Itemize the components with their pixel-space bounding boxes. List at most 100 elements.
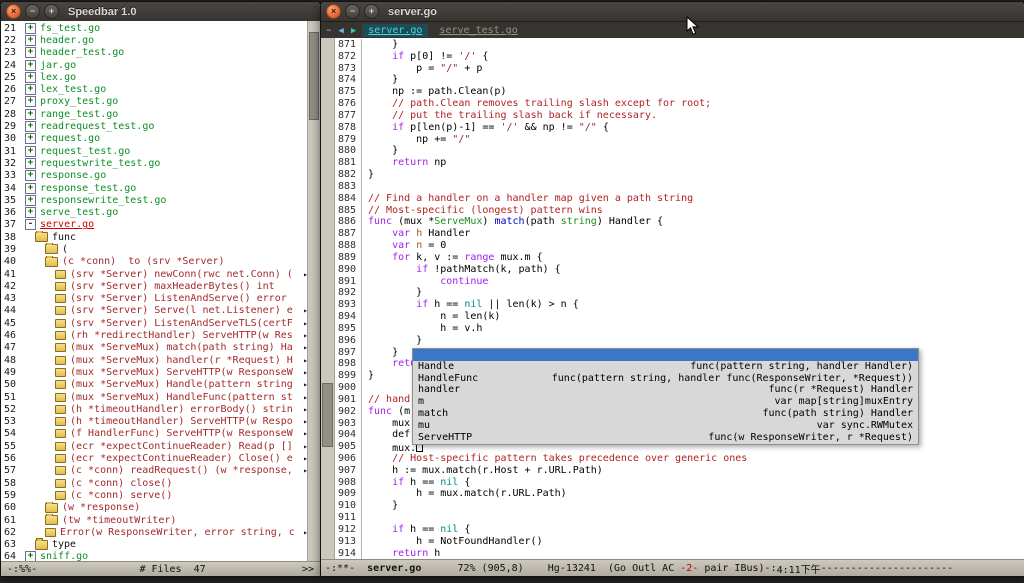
entry-label[interactable]: (mux *ServeMux) ServeHTTP(w ResponseW xyxy=(70,367,302,378)
speedbar-row[interactable]: 26+lex_test.go xyxy=(1,83,308,95)
editor-scrollbar[interactable] xyxy=(321,38,335,560)
speedbar-row[interactable]: 55(ecr *expectContinueReader) Read(p []▸ xyxy=(1,440,308,452)
entry-label[interactable]: lex_test.go xyxy=(40,84,308,95)
speedbar-row[interactable]: 29+readrequest_test.go xyxy=(1,120,308,132)
expand-plus-icon[interactable]: + xyxy=(25,121,36,132)
entry-label[interactable]: (mux *ServeMux) match(path string) Ha xyxy=(70,342,302,353)
entry-label[interactable]: (srv *Server) newConn(rwc net.Conn) ( xyxy=(70,269,302,280)
speedbar-row[interactable]: 39( xyxy=(1,243,308,255)
speedbar-row[interactable]: 56(ecr *expectContinueReader) Close() e▸ xyxy=(1,452,308,464)
speedbar-row[interactable]: 40(c *conn) to (srv *Server) xyxy=(1,256,308,268)
code-line[interactable]: 888 var n = 0 xyxy=(334,240,1024,252)
speedbar-row[interactable]: 28+range_test.go xyxy=(1,108,308,120)
scrollbar-thumb[interactable] xyxy=(309,32,319,121)
speedbar-row[interactable]: 34+response_test.go xyxy=(1,182,308,194)
entry-label[interactable]: (mux *ServeMux) handler(r *Request) H xyxy=(70,355,302,366)
entry-label[interactable]: (mux *ServeMux) HandleFunc(pattern st xyxy=(70,392,302,403)
expand-plus-icon[interactable]: + xyxy=(25,84,36,95)
expand-plus-icon[interactable]: + xyxy=(25,60,36,71)
completion-item[interactable]: ServeHTTPfunc(w ResponseWriter, r *Reque… xyxy=(413,432,918,444)
maximize-icon[interactable]: + xyxy=(44,4,59,19)
speedbar-row[interactable]: 31+request_test.go xyxy=(1,145,308,157)
speedbar-row[interactable]: 47(mux *ServeMux) match(path string) Ha▸ xyxy=(1,342,308,354)
entry-label[interactable]: (h *timeoutHandler) ServeHTTP(w Respo xyxy=(70,416,302,427)
speedbar-row[interactable]: 51(mux *ServeMux) HandleFunc(pattern st▸ xyxy=(1,391,308,403)
entry-label[interactable]: func xyxy=(52,232,308,243)
code-line[interactable]: 880 } xyxy=(334,145,1024,157)
completion-item[interactable]: muvar sync.RWMutex xyxy=(413,420,918,432)
entry-label[interactable]: (srv *Server) Serve(l net.Listener) e xyxy=(70,305,302,316)
speedbar-row[interactable]: 42(srv *Server) maxHeaderBytes() int xyxy=(1,280,308,292)
entry-label[interactable]: (srv *Server) ListenAndServeTLS(certF xyxy=(70,318,302,329)
tab-server-go[interactable]: server.go xyxy=(362,24,428,37)
expand-plus-icon[interactable]: + xyxy=(25,109,36,120)
code-line[interactable]: 914 return h xyxy=(334,548,1024,560)
code-line[interactable]: 878 if p[len(p)-1] == '/' && np != "/" { xyxy=(334,122,1024,134)
expand-plus-icon[interactable]: + xyxy=(25,170,36,181)
code-line[interactable]: 906 // Host-specific pattern takes prece… xyxy=(334,453,1024,465)
speedbar-row[interactable]: 44(srv *Server) Serve(l net.Listener) e▸ xyxy=(1,305,308,317)
entry-label[interactable]: proxy_test.go xyxy=(40,96,308,107)
toolbar-back-icon[interactable]: ◀ xyxy=(337,26,344,36)
code-line[interactable]: 890 if !pathMatch(k, path) { xyxy=(334,264,1024,276)
speedbar-row[interactable]: 22+header.go xyxy=(1,34,308,46)
code-line[interactable]: 877 // put the trailing slash back if ne… xyxy=(334,110,1024,122)
minimize-icon[interactable]: − xyxy=(345,4,360,19)
code-line[interactable]: 871 } xyxy=(334,39,1024,51)
code-line[interactable]: 911 xyxy=(334,512,1024,524)
completion-item[interactable]: matchfunc(path string) Handler xyxy=(413,408,918,420)
expand-plus-icon[interactable]: + xyxy=(25,23,36,34)
code-line[interactable]: 884// Find a handler on a handler map gi… xyxy=(334,193,1024,205)
expand-plus-icon[interactable]: + xyxy=(25,35,36,46)
speedbar-row[interactable]: 23+header_test.go xyxy=(1,47,308,59)
expand-plus-icon[interactable]: + xyxy=(25,146,36,157)
speedbar-row[interactable]: 49(mux *ServeMux) ServeHTTP(w ResponseW▸ xyxy=(1,366,308,378)
expand-plus-icon[interactable]: + xyxy=(25,72,36,83)
code-line[interactable]: 892 } xyxy=(334,287,1024,299)
speedbar-row[interactable]: 43(srv *Server) ListenAndServe() error xyxy=(1,293,308,305)
speedbar-row[interactable]: 48(mux *ServeMux) handler(r *Request) H▸ xyxy=(1,354,308,366)
entry-label[interactable]: responsewrite_test.go xyxy=(40,195,308,206)
speedbar-row[interactable]: 57(c *conn) readRequest() (w *response,▸ xyxy=(1,465,308,477)
entry-label[interactable]: fs_test.go xyxy=(40,23,308,34)
expand-plus-icon[interactable]: + xyxy=(25,195,36,206)
completion-item[interactable]: handlerfunc(r *Request) Handler xyxy=(413,384,918,396)
code-line[interactable]: 876 // path.Clean removes trailing slash… xyxy=(334,98,1024,110)
entry-label[interactable]: requestwrite_test.go xyxy=(40,158,308,169)
speedbar-row[interactable]: 38func xyxy=(1,231,308,243)
entry-label[interactable]: jar.go xyxy=(40,60,308,71)
entry-label[interactable]: request_test.go xyxy=(40,146,308,157)
tab-serve-test-go[interactable]: serve_test.go xyxy=(433,24,523,37)
code-line[interactable]: 883 xyxy=(334,181,1024,193)
speedbar-row[interactable]: 53(h *timeoutHandler) ServeHTTP(w Respo▸ xyxy=(1,416,308,428)
speedbar-expand-button[interactable]: >> xyxy=(302,564,314,575)
code-line[interactable]: 875 np := path.Clean(p) xyxy=(334,86,1024,98)
speedbar-row[interactable]: 54(f HandlerFunc) ServeHTTP(w ResponseW▸ xyxy=(1,428,308,440)
entry-label[interactable]: header.go xyxy=(40,35,308,46)
entry-label[interactable]: (tw *timeoutWriter) xyxy=(62,515,308,526)
minimize-icon[interactable]: − xyxy=(25,4,40,19)
entry-label[interactable]: response_test.go xyxy=(40,183,308,194)
code-line[interactable]: 874 } xyxy=(334,74,1024,86)
code-line[interactable]: 886func (mux *ServeMux) match(path strin… xyxy=(334,216,1024,228)
speedbar-titlebar[interactable]: × − + Speedbar 1.0 xyxy=(1,2,320,22)
speedbar-row[interactable]: 62Error(w ResponseWriter, error string, … xyxy=(1,526,308,538)
code-line[interactable]: 894 n = len(k) xyxy=(334,311,1024,323)
code-line[interactable]: 889 for k, v := range mux.m { xyxy=(334,252,1024,264)
expand-plus-icon[interactable]: + xyxy=(25,47,36,58)
speedbar-row[interactable]: 50(mux *ServeMux) Handle(pattern string▸ xyxy=(1,379,308,391)
speedbar-row[interactable]: 63type xyxy=(1,538,308,550)
entry-label[interactable]: ( xyxy=(62,244,308,255)
entry-label[interactable]: response.go xyxy=(40,170,308,181)
entry-label[interactable]: (w *response) xyxy=(62,502,308,513)
speedbar-row[interactable]: 58(c *conn) close() xyxy=(1,477,308,489)
entry-label[interactable]: (ecr *expectContinueReader) Read(p [] xyxy=(70,441,302,452)
entry-label[interactable]: (srv *Server) ListenAndServe() error xyxy=(70,293,308,304)
code-line[interactable]: 908 if h == nil { xyxy=(334,477,1024,489)
completion-item[interactable]: HandleFuncfunc(pattern string, handler f… xyxy=(413,373,918,385)
entry-label[interactable]: (c *conn) close() xyxy=(70,478,308,489)
speedbar-row[interactable]: 27+proxy_test.go xyxy=(1,96,308,108)
entry-label[interactable]: (f HandlerFunc) ServeHTTP(w ResponseW xyxy=(70,428,302,439)
code-line[interactable]: 887 var h Handler xyxy=(334,228,1024,240)
entry-label[interactable]: request.go xyxy=(40,133,308,144)
